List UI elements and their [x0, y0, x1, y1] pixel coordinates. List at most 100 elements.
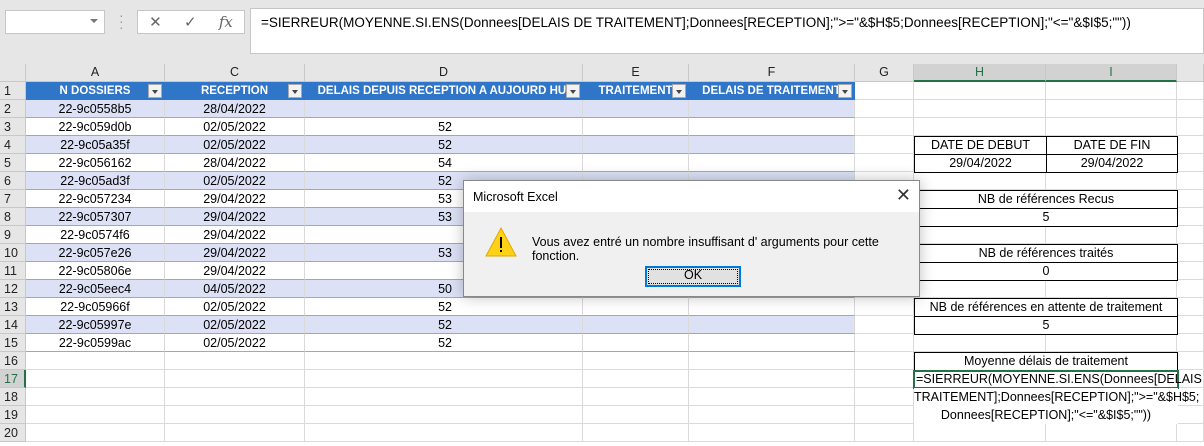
cell[interactable]	[855, 424, 914, 442]
table-cell[interactable]: 52	[305, 316, 583, 334]
traites-value[interactable]: 0	[914, 262, 1178, 281]
cell[interactable]	[855, 118, 914, 136]
cell[interactable]	[1046, 82, 1177, 100]
cell[interactable]	[855, 370, 914, 388]
table-cell[interactable]: 02/05/2022	[165, 172, 305, 190]
cell[interactable]	[305, 370, 583, 388]
filter-dropdown-icon[interactable]	[148, 84, 162, 98]
cell[interactable]	[583, 388, 689, 406]
filter-dropdown-icon[interactable]	[838, 84, 852, 98]
table-cell[interactable]	[583, 154, 689, 172]
table-cell[interactable]: 22-9c057307	[26, 208, 165, 226]
cell[interactable]	[1177, 334, 1204, 352]
row-header-17[interactable]: 17	[0, 370, 26, 388]
row-header-20[interactable]: 20	[0, 424, 26, 442]
row-header-16[interactable]: 16	[0, 352, 26, 370]
cell[interactable]	[855, 136, 914, 154]
table-cell[interactable]	[583, 334, 689, 352]
column-header-g[interactable]: G	[855, 64, 914, 82]
cell[interactable]	[914, 280, 1046, 298]
table-cell[interactable]: 02/05/2022	[165, 298, 305, 316]
cell[interactable]	[1046, 118, 1177, 136]
table-cell[interactable]: 54	[305, 154, 583, 172]
row-header-1[interactable]: 1	[0, 82, 26, 100]
table-cell[interactable]: 22-9c057234	[26, 190, 165, 208]
table-cell[interactable]: 29/04/2022	[165, 262, 305, 280]
cell-editor[interactable]: =SIERREUR(MOYENNE.SI.ENS(Donnees[DELAIS …	[914, 370, 1204, 424]
filter-dropdown-icon[interactable]	[566, 84, 580, 98]
table-cell[interactable]: 22-9c057e26	[26, 244, 165, 262]
cell[interactable]	[1046, 334, 1177, 352]
table-cell[interactable]: 28/04/2022	[165, 154, 305, 172]
table-cell[interactable]: 28/04/2022	[165, 100, 305, 118]
cell[interactable]	[1177, 406, 1204, 424]
table-cell[interactable]: 29/04/2022	[165, 208, 305, 226]
cell[interactable]	[305, 388, 583, 406]
name-box-dropdown-icon[interactable]	[90, 19, 98, 23]
table-cell[interactable]: 22-9c05eec4	[26, 280, 165, 298]
table-cell[interactable]	[583, 298, 689, 316]
table-cell[interactable]	[689, 118, 855, 136]
row-header-10[interactable]: 10	[0, 244, 26, 262]
cell[interactable]	[305, 352, 583, 370]
cell[interactable]	[1177, 244, 1204, 262]
cell[interactable]	[855, 298, 914, 316]
formula-input[interactable]: =SIERREUR(MOYENNE.SI.ENS(Donnees[DELAIS …	[250, 8, 1204, 54]
row-header-19[interactable]: 19	[0, 406, 26, 424]
select-all-corner[interactable]	[0, 64, 26, 82]
insert-function-icon[interactable]: fx	[219, 13, 233, 31]
column-header-f[interactable]: F	[689, 64, 855, 82]
table-cell[interactable]	[689, 100, 855, 118]
cell[interactable]	[1177, 100, 1204, 118]
cancel-icon[interactable]: ✕	[149, 13, 162, 31]
row-header-6[interactable]: 6	[0, 172, 26, 190]
table-cell[interactable]: 29/04/2022	[165, 244, 305, 262]
cell[interactable]	[855, 316, 914, 334]
table-cell[interactable]: 02/05/2022	[165, 136, 305, 154]
cell[interactable]	[914, 172, 1046, 190]
close-icon[interactable]: ✕	[896, 185, 911, 206]
cell[interactable]	[165, 352, 305, 370]
table-cell[interactable]: 22-9c05ad3f	[26, 172, 165, 190]
cell[interactable]	[26, 388, 165, 406]
ok-button[interactable]: OK	[645, 266, 741, 287]
cell[interactable]	[1177, 154, 1204, 172]
row-header-11[interactable]: 11	[0, 262, 26, 280]
cell[interactable]	[1177, 190, 1204, 208]
row-header-12[interactable]: 12	[0, 280, 26, 298]
attente-value[interactable]: 5	[914, 316, 1178, 335]
table-cell[interactable]	[583, 118, 689, 136]
cell[interactable]	[583, 406, 689, 424]
row-header-7[interactable]: 7	[0, 190, 26, 208]
table-cell[interactable]: 52	[305, 118, 583, 136]
table-cell[interactable]: 52	[305, 136, 583, 154]
cell[interactable]	[855, 406, 914, 424]
row-header-14[interactable]: 14	[0, 316, 26, 334]
table-cell[interactable]	[689, 154, 855, 172]
cell[interactable]	[165, 388, 305, 406]
table-cell[interactable]: 22-9c05806e	[26, 262, 165, 280]
table-cell[interactable]	[583, 136, 689, 154]
table-cell[interactable]	[583, 316, 689, 334]
cell[interactable]	[1177, 136, 1204, 154]
table-cell[interactable]: 22-9c05a35f	[26, 136, 165, 154]
cell[interactable]	[914, 82, 1046, 100]
table-cell[interactable]: 02/05/2022	[165, 118, 305, 136]
column-header-h[interactable]: H	[914, 64, 1046, 82]
cell[interactable]	[305, 424, 583, 442]
cell[interactable]	[1046, 280, 1177, 298]
table-cell[interactable]	[689, 334, 855, 352]
cell[interactable]	[1177, 82, 1204, 100]
cell[interactable]	[855, 352, 914, 370]
table-cell[interactable]: 22-9c059d0b	[26, 118, 165, 136]
cell[interactable]	[1177, 280, 1204, 298]
cell[interactable]	[26, 370, 165, 388]
table-cell[interactable]	[689, 136, 855, 154]
cell[interactable]	[26, 352, 165, 370]
cell[interactable]	[855, 388, 914, 406]
table-cell[interactable]: 52	[305, 334, 583, 352]
cell[interactable]	[165, 370, 305, 388]
date-fin-value[interactable]: 29/04/2022	[1046, 154, 1178, 173]
column-header-i[interactable]: I	[1046, 64, 1177, 82]
cell[interactable]	[583, 352, 689, 370]
